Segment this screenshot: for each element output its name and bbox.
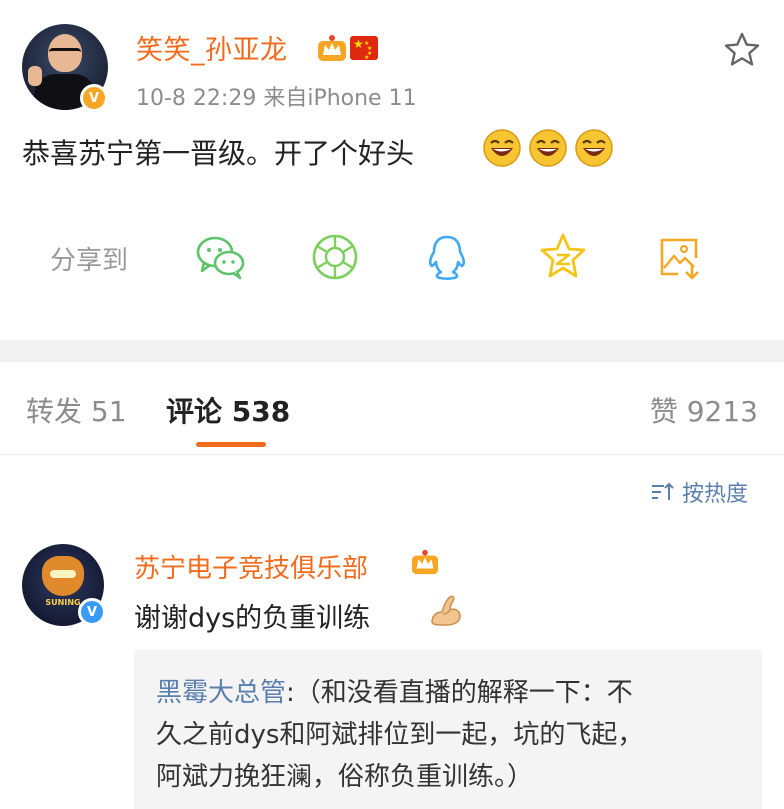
reply-preview[interactable]: 黑霉大总管:（和没看直播的解释一下：不 久之前dys和阿斌排位到一起，坑的飞起，… [134, 650, 762, 809]
active-tab-indicator [196, 442, 266, 447]
laugh-emoji-icon [483, 129, 521, 167]
comment-text: 谢谢dys的负重训练 [134, 603, 371, 634]
share-label: 分享到 [50, 246, 129, 276]
reply-line-1: 黑霉大总管:（和没看直播的解释一下：不 [156, 672, 633, 709]
flexed-biceps-icon [431, 595, 461, 626]
verified-badge-blue: V [78, 598, 106, 626]
tab-repost[interactable]: 转发 51 [26, 390, 127, 430]
qq-icon[interactable] [420, 232, 474, 282]
sort-icon [652, 482, 674, 500]
favorite-star-icon[interactable] [722, 30, 762, 70]
save-image-icon[interactable] [652, 232, 706, 282]
post-text: 恭喜苏宁第一晋级。开了个好头 [22, 137, 415, 170]
reply-line-3: 阿斌力挽狂澜，俗称负重训练。） [156, 762, 534, 792]
crown-member-icon [318, 35, 346, 61]
author-name[interactable]: 笑笑_孙亚龙 [136, 28, 288, 67]
laugh-emoji-group [482, 128, 614, 168]
sort-label: 按热度 [682, 482, 749, 507]
reply-line-2: 久之前dys和阿斌排位到一起，坑的飞起， [156, 720, 644, 750]
sort-by-hot-button[interactable]: 按热度 [650, 476, 748, 508]
tab-divider [0, 454, 784, 455]
china-flag-icon: ★ ★ ★ ★ ★ [350, 36, 378, 61]
moments-icon[interactable] [308, 232, 362, 282]
section-divider [0, 340, 784, 362]
post-source: 来自iPhone 11 [263, 86, 417, 111]
verified-badge: V [80, 84, 108, 112]
laugh-emoji-icon [529, 129, 567, 167]
tab-like[interactable]: 赞 9213 [650, 390, 758, 430]
post-meta: 10-8 22:29 来自iPhone 11 [136, 80, 417, 112]
qzone-icon[interactable] [536, 232, 590, 282]
reply-text-1: :（和没看直播的解释一下：不 [286, 678, 633, 708]
tab-comment[interactable]: 评论 538 [166, 390, 290, 430]
crown-member-icon [411, 549, 439, 575]
laugh-emoji-icon [575, 129, 613, 167]
post-time: 10-8 22:29 [136, 86, 257, 111]
commenter-name[interactable]: 苏宁电子竞技俱乐部 [134, 548, 368, 585]
wechat-icon[interactable] [194, 232, 248, 282]
reply-username[interactable]: 黑霉大总管 [156, 678, 286, 708]
